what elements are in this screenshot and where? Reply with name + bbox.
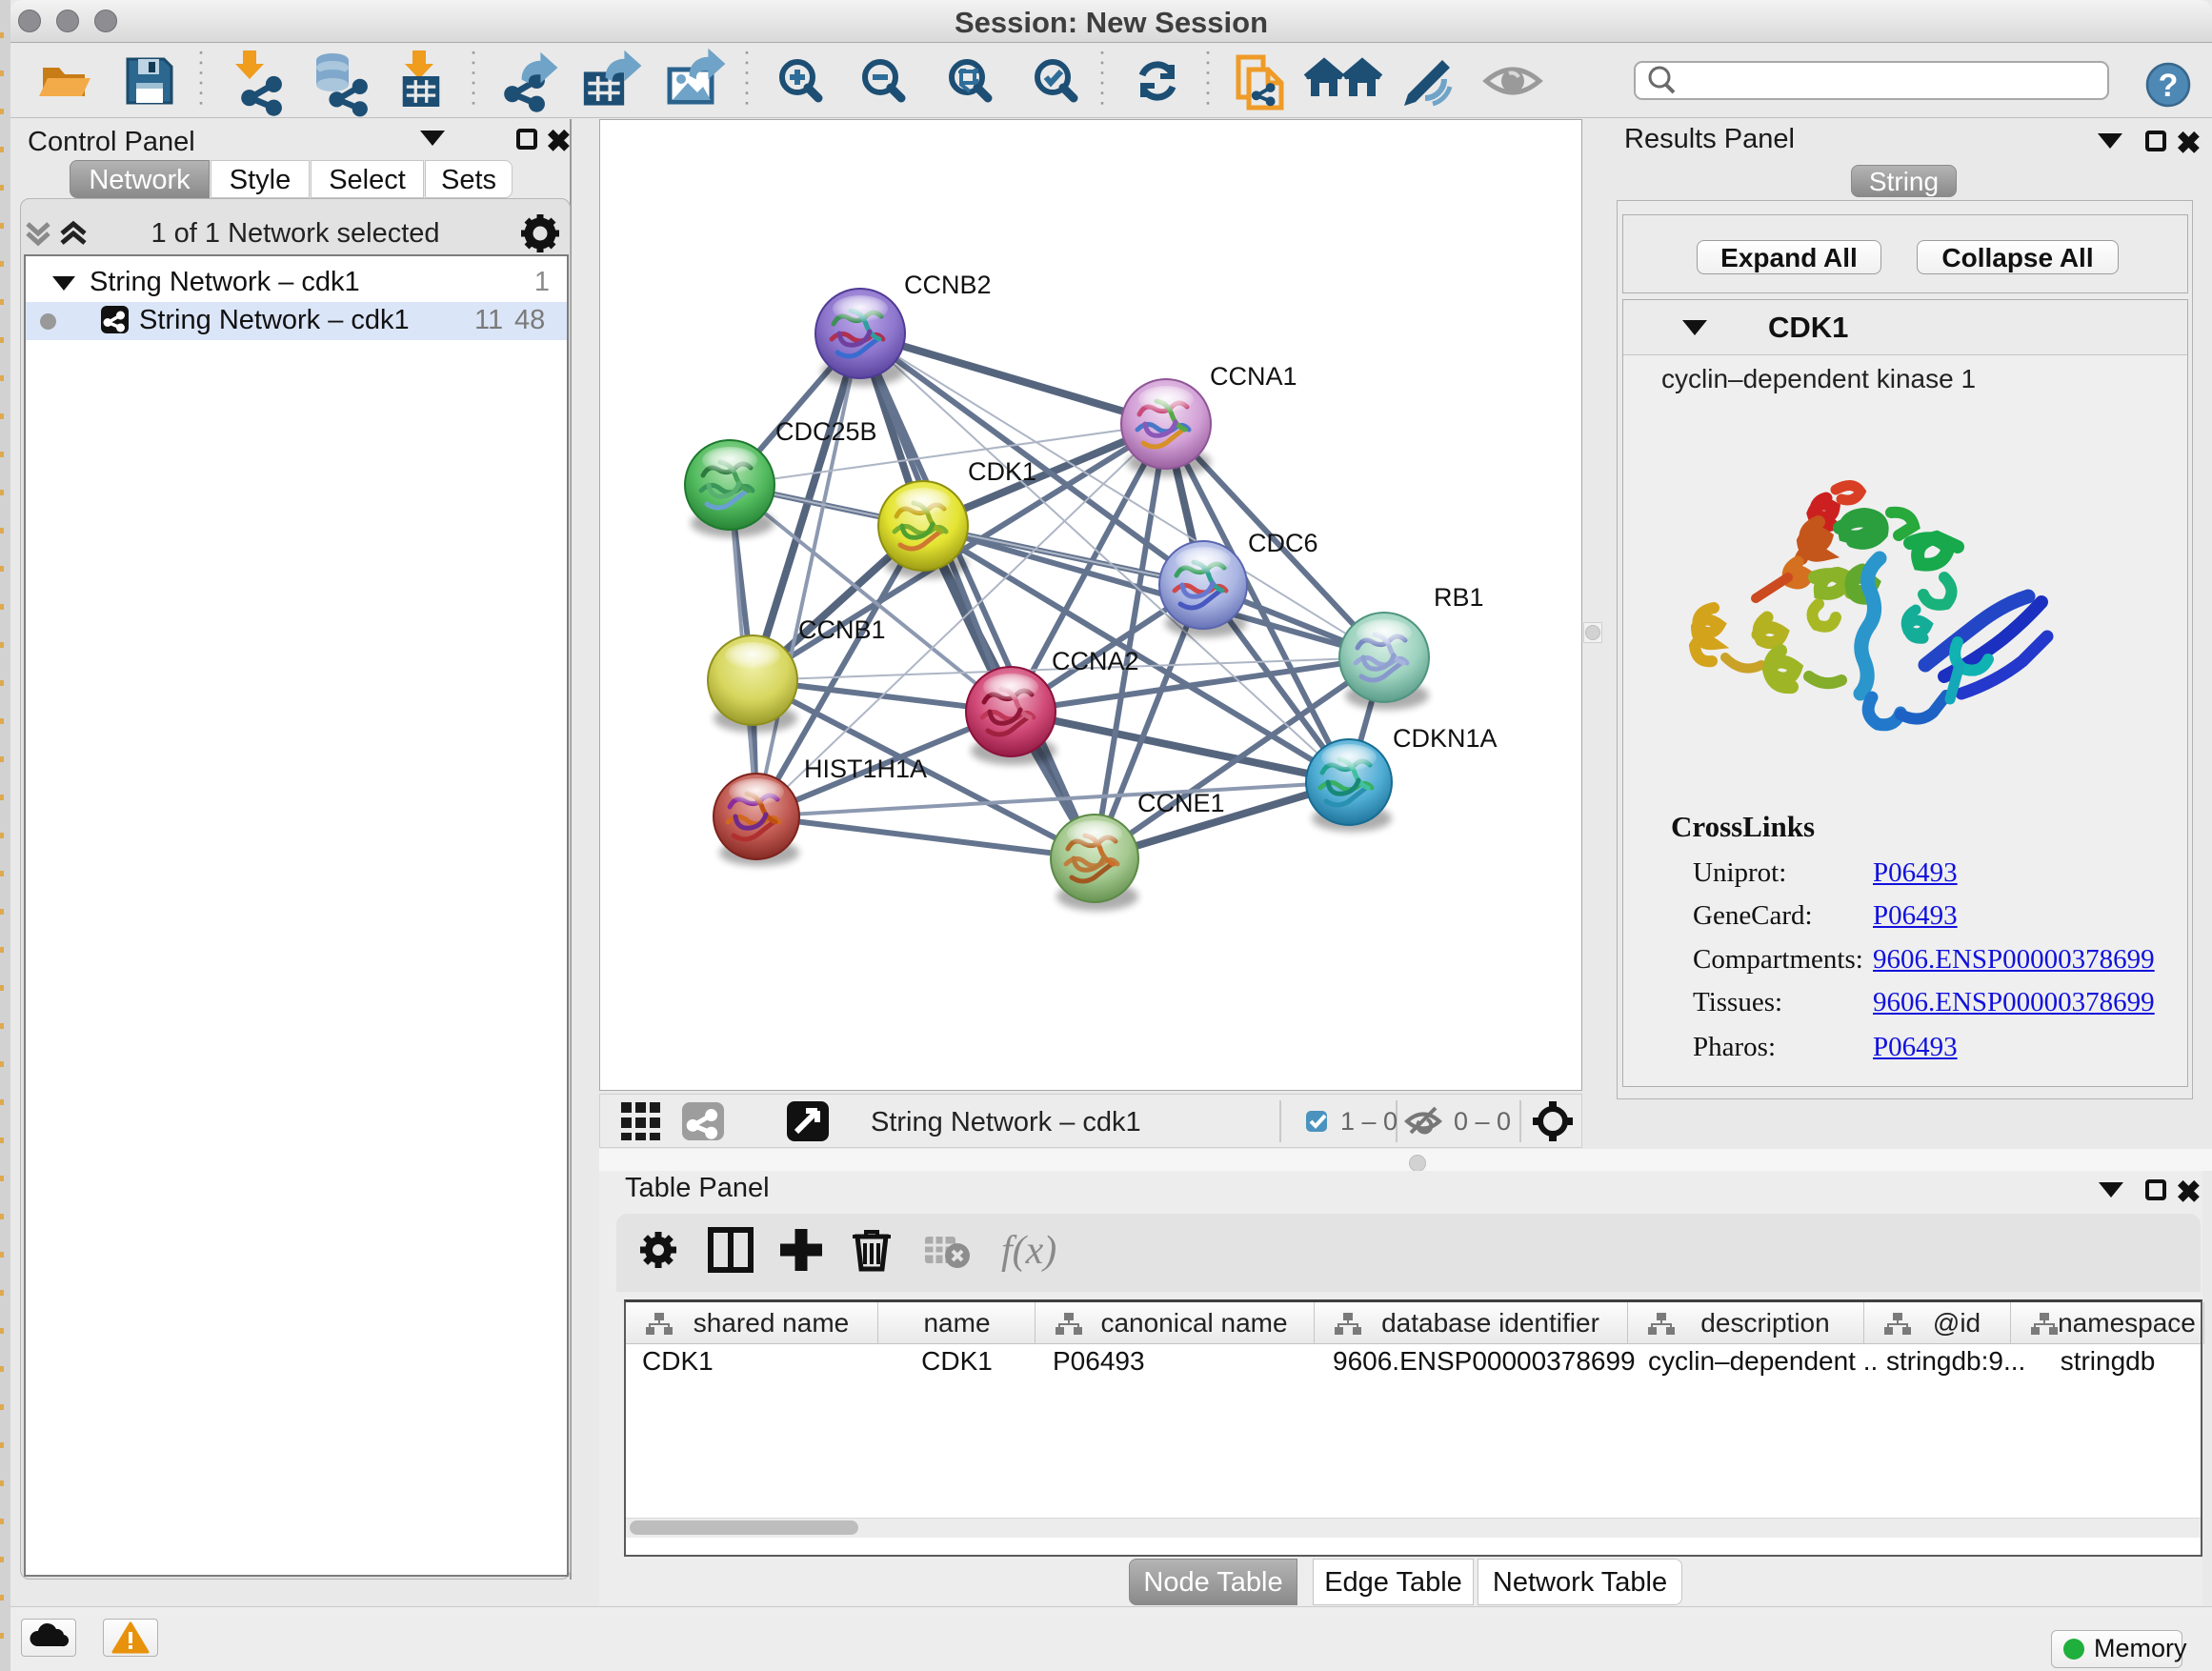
svg-text:CCNA1: CCNA1 [1210,362,1297,391]
svg-text:CDK1: CDK1 [968,457,1036,486]
svg-text:CDC6: CDC6 [1248,529,1318,557]
svg-text:CCNE1: CCNE1 [1137,789,1225,817]
svg-text:String Network – cdk1: String Network – cdk1 [871,1107,1141,1137]
svg-text:CCNB2: CCNB2 [904,271,992,299]
svg-text:CDC25B: CDC25B [775,417,877,446]
svg-text:HIST1H1A: HIST1H1A [804,755,927,783]
svg-text:?: ? [2159,68,2179,104]
svg-text:CDKN1A: CDKN1A [1393,724,1498,753]
svg-text:RB1: RB1 [1434,583,1484,612]
svg-text:1 – 0: 1 – 0 [1340,1107,1398,1136]
svg-text:0 – 0: 0 – 0 [1454,1107,1511,1136]
svg-text:CCNB1: CCNB1 [798,615,886,644]
svg-text:f(x): f(x) [1001,1229,1056,1273]
svg-text:CCNA2: CCNA2 [1052,647,1139,675]
